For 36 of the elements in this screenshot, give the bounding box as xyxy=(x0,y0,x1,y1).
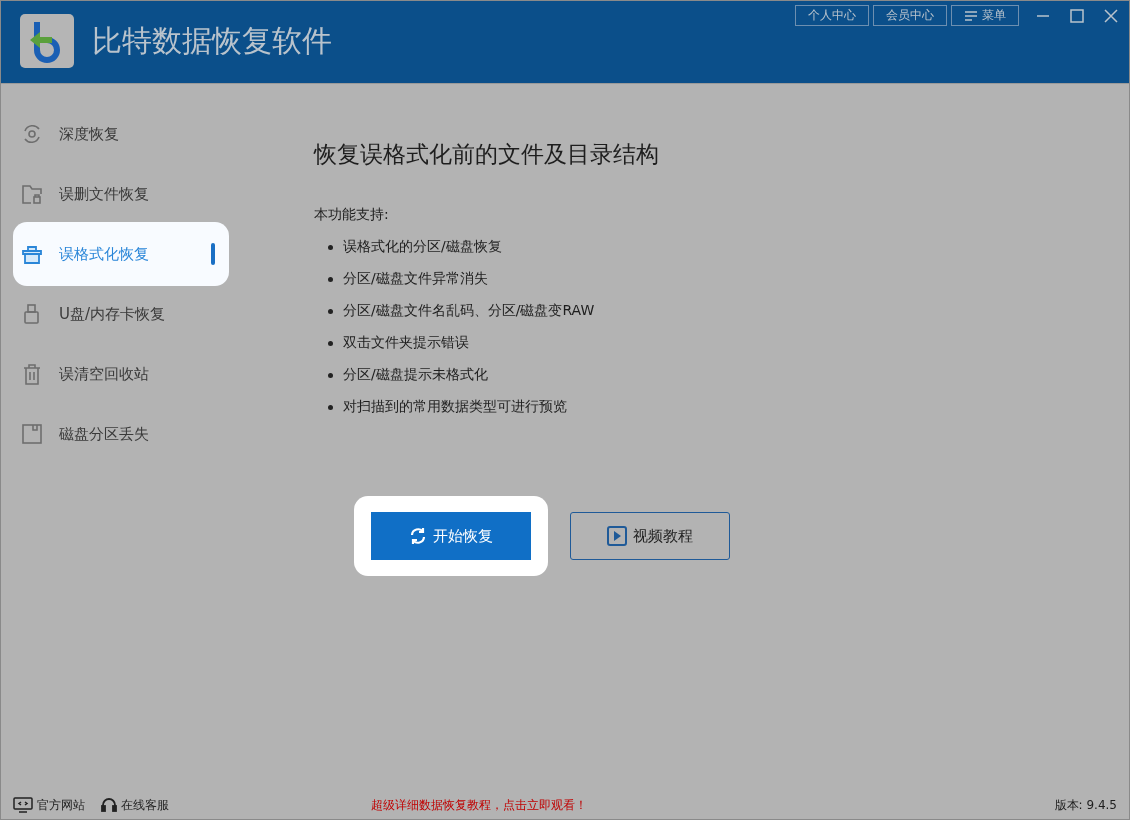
refresh-icon xyxy=(409,527,427,545)
app-title: 比特数据恢复软件 xyxy=(92,21,332,60)
selection-indicator xyxy=(211,243,215,265)
folder-icon xyxy=(21,183,43,205)
bullet-icon xyxy=(328,276,333,282)
bullet-icon xyxy=(328,372,333,378)
page-heading: 恢复误格式化前的文件及目录结构 xyxy=(314,140,660,169)
feature-text: 双击文件夹提示错误 xyxy=(343,334,469,352)
header-button[interactable]: 会员中心 xyxy=(873,5,947,26)
video-button[interactable]: 视频教程 xyxy=(570,512,730,560)
toolbox-icon xyxy=(21,243,43,265)
feature-text: 对扫描到的常用数据类型可进行预览 xyxy=(343,398,567,416)
start-button[interactable]: 开始恢复 xyxy=(371,512,531,560)
headset-icon xyxy=(101,797,117,813)
support-link[interactable]: 在线客服 xyxy=(121,796,169,814)
feature-text: 分区/磁盘提示未格式化 xyxy=(343,366,488,384)
bullet-icon xyxy=(328,244,333,250)
feature-text: 分区/磁盘文件名乱码、分区/磁盘变RAW xyxy=(343,302,595,320)
logo-icon xyxy=(20,14,74,68)
bullet-icon xyxy=(328,404,333,410)
website-link[interactable]: 官方网站 xyxy=(37,796,85,814)
trash-icon xyxy=(21,363,43,385)
monitor-icon xyxy=(13,797,33,813)
bullet-icon xyxy=(328,340,333,346)
disc-icon xyxy=(21,123,43,145)
play-icon xyxy=(607,526,627,546)
header-button[interactable]: 个人中心 xyxy=(795,5,869,26)
menu-button[interactable]: 菜单 xyxy=(951,5,1019,26)
intro-text: 本功能支持: xyxy=(314,206,390,224)
promo-link[interactable]: 超级详细数据恢复教程，点击立即观看！ xyxy=(371,796,587,814)
bullet-icon xyxy=(328,308,333,314)
feature-text: 分区/磁盘文件异常消失 xyxy=(343,270,488,288)
menu-icon xyxy=(964,9,978,22)
feature-text: 误格式化的分区/磁盘恢复 xyxy=(343,238,502,256)
version-text: 版本: 9.4.5 xyxy=(1054,796,1117,814)
sidebar-item[interactable]: 误格式化恢复 xyxy=(13,222,229,286)
